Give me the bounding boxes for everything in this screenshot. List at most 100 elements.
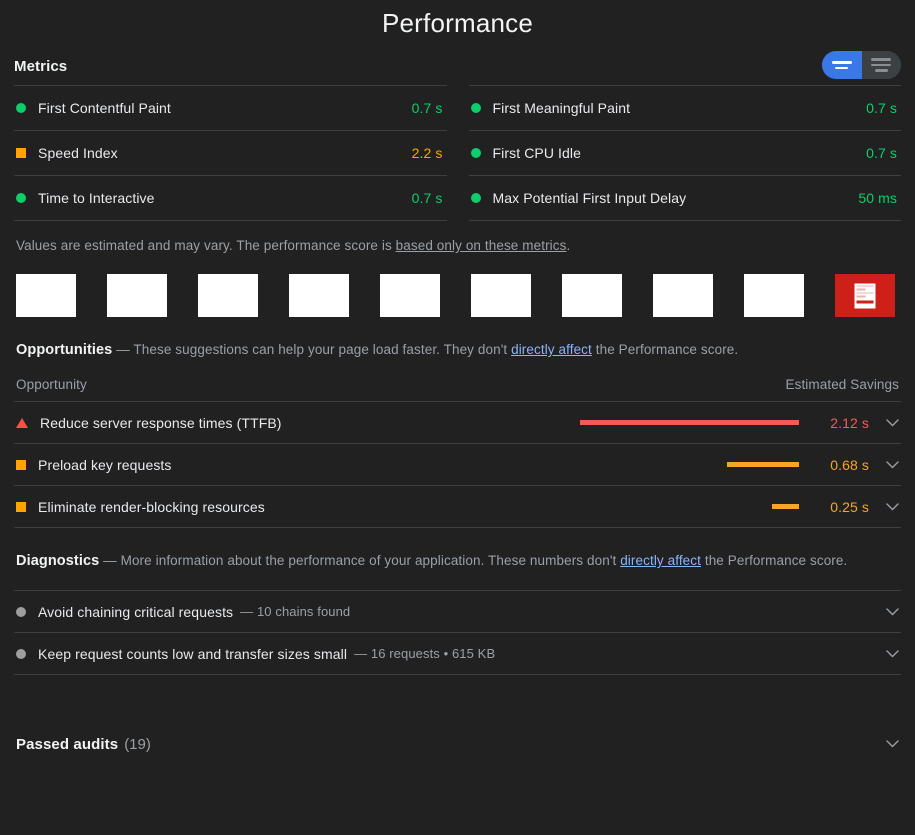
card-line (857, 292, 874, 294)
chevron-down-icon[interactable] (877, 608, 899, 616)
lighthouse-performance-report: Performance Metrics First Contentful Pai… (0, 0, 915, 835)
savings-sparkline (579, 504, 799, 509)
opportunity-savings: 0.68 s (813, 457, 869, 473)
diagnostic-subtitle: — 16 requests • 615 KB (354, 646, 495, 661)
diagnostics-description: Diagnostics — More information about the… (14, 551, 901, 571)
opportunity-title: Eliminate render-blocking resources (38, 499, 265, 515)
card-line (857, 285, 874, 287)
diagnostics-desc-pre: — More information about the performance… (99, 553, 620, 568)
circle-pass-icon (16, 193, 26, 203)
metric-row[interactable]: Max Potential First Input Delay 50 ms (469, 175, 902, 220)
toggle-option-compact[interactable] (822, 51, 862, 79)
opportunity-row[interactable]: Reduce server response times (TTFB) 2.12… (14, 401, 901, 443)
toggle-line-icon (871, 64, 891, 67)
diagnostic-title: Keep request counts low and transfer siz… (38, 646, 347, 662)
metrics-header: Metrics (14, 51, 901, 85)
circle-neutral-icon (16, 607, 26, 617)
metric-value: 0.7 s (412, 100, 443, 116)
toggle-option-expanded[interactable] (862, 51, 902, 79)
metric-value: 0.7 s (866, 145, 897, 161)
passed-audits-toggle[interactable]: Passed audits (19) (14, 723, 901, 765)
filmstrip-frame (198, 274, 258, 317)
metric-value: 0.7 s (866, 100, 897, 116)
disclaimer-text-post: . (566, 238, 570, 253)
opportunities-desc-pre: — These suggestions can help your page l… (112, 342, 511, 357)
filmstrip-page-card (855, 283, 876, 308)
toggle-line-icon (835, 67, 848, 70)
sparkline-bar (580, 420, 799, 425)
metric-row[interactable]: First CPU Idle 0.7 s (469, 130, 902, 175)
triangle-fail-icon (16, 418, 28, 428)
disclaimer-link[interactable]: based only on these metrics (396, 238, 567, 253)
filmstrip-frame (380, 274, 440, 317)
filmstrip-frame-loaded (835, 274, 895, 317)
opportunities-group: Opportunities — These suggestions can he… (14, 317, 901, 528)
diagnostics-desc-link[interactable]: directly affect (620, 553, 701, 568)
disclaimer-text-pre: Values are estimated and may vary. The p… (16, 238, 396, 253)
metric-row[interactable]: First Meaningful Paint 0.7 s (469, 85, 902, 130)
diagnostics-end-divider (14, 674, 901, 675)
opportunities-desc-link[interactable]: directly affect (511, 342, 592, 357)
column-header-savings: Estimated Savings (785, 377, 899, 392)
opportunity-row[interactable]: Eliminate render-blocking resources 0.25… (14, 485, 901, 527)
opportunity-savings: 2.12 s (813, 415, 869, 431)
toggle-line-icon (832, 61, 852, 64)
circle-pass-icon (16, 103, 26, 113)
opportunities-column-headers: Opportunity Estimated Savings (14, 360, 901, 401)
metric-value: 50 ms (858, 190, 897, 206)
diagnostic-subtitle: — 10 chains found (240, 604, 350, 619)
diagnostic-row[interactable]: Avoid chaining critical requests — 10 ch… (14, 590, 901, 632)
metric-row[interactable]: First Contentful Paint 0.7 s (14, 85, 447, 130)
chevron-down-icon[interactable] (877, 461, 899, 469)
metric-row[interactable]: Speed Index 2.2 s (14, 130, 447, 175)
circle-pass-icon (471, 148, 481, 158)
square-average-icon (16, 460, 26, 470)
card-line (857, 296, 866, 298)
square-average-icon (16, 502, 26, 512)
filmstrip-frame (16, 274, 76, 317)
sparkline-bar (727, 462, 799, 467)
chevron-down-icon[interactable] (877, 503, 899, 511)
toggle-line-icon (875, 69, 888, 72)
column-header-opportunity: Opportunity (16, 377, 87, 392)
sparkline-bar (772, 504, 799, 509)
filmstrip-frame (471, 274, 531, 317)
metric-label: First Meaningful Paint (493, 100, 867, 116)
metric-label: Time to Interactive (38, 190, 412, 206)
metric-label: Max Potential First Input Delay (493, 190, 859, 206)
metric-label: Speed Index (38, 145, 412, 161)
filmstrip-frame (653, 274, 713, 317)
chevron-down-icon[interactable] (877, 650, 899, 658)
diagnostic-row[interactable]: Keep request counts low and transfer siz… (14, 632, 901, 674)
opportunities-description: Opportunities — These suggestions can he… (14, 340, 901, 360)
circle-pass-icon (471, 193, 481, 203)
circle-neutral-icon (16, 649, 26, 659)
metrics-section-title: Metrics (14, 58, 67, 75)
filmstrip-frame (562, 274, 622, 317)
diagnostics-group: Diagnostics — More information about the… (14, 528, 901, 675)
diagnostics-desc-post: the Performance score. (701, 553, 847, 568)
chevron-down-icon[interactable] (877, 419, 899, 427)
opportunity-title: Preload key requests (38, 457, 172, 473)
metrics-view-toggle[interactable] (822, 51, 901, 79)
opportunities-desc-post: the Performance score. (592, 342, 738, 357)
savings-sparkline (579, 462, 799, 467)
diagnostic-title: Avoid chaining critical requests (38, 604, 233, 620)
filmstrip-frame (289, 274, 349, 317)
category-header: Performance (14, 0, 901, 51)
card-line (857, 289, 866, 291)
opportunities-title: Opportunities (16, 342, 112, 358)
page-title: Performance (14, 5, 901, 41)
passed-audits-count: (19) (124, 736, 151, 753)
opportunity-row[interactable]: Preload key requests 0.68 s (14, 443, 901, 485)
passed-audits-title: Passed audits (16, 736, 118, 753)
metric-row[interactable]: Time to Interactive 0.7 s (14, 175, 447, 220)
chevron-down-icon[interactable] (877, 740, 899, 748)
diagnostics-title: Diagnostics (16, 553, 99, 569)
filmstrip-frame (744, 274, 804, 317)
opportunity-title: Reduce server response times (TTFB) (40, 415, 282, 431)
screenshot-filmstrip (14, 253, 901, 317)
metric-value: 0.7 s (412, 190, 443, 206)
metric-label: First CPU Idle (493, 145, 867, 161)
filmstrip-frame (107, 274, 167, 317)
